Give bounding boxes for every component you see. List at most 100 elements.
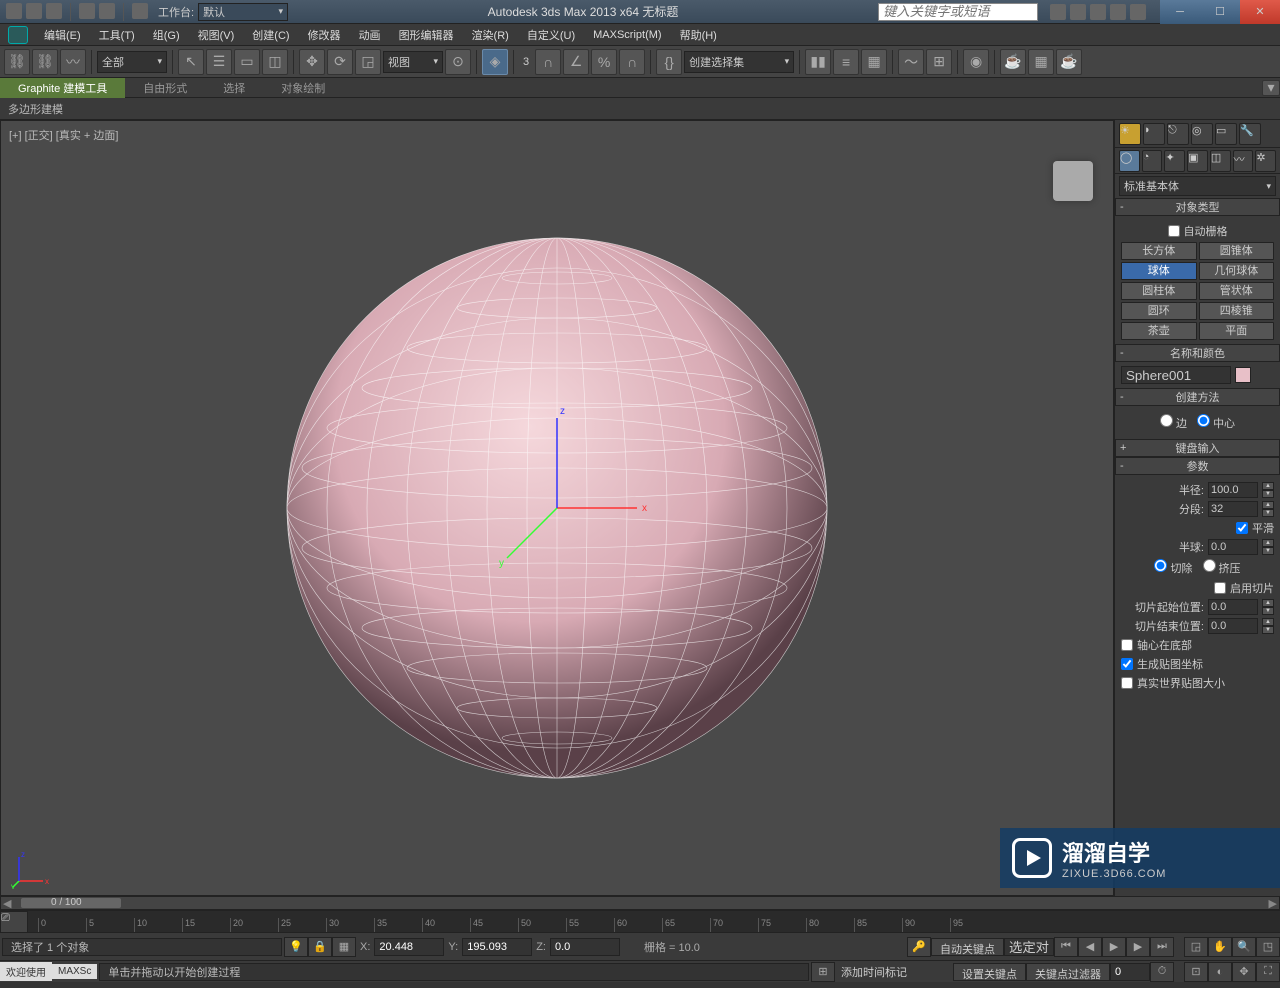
ribbon-tab-freeform[interactable]: 自由形式 bbox=[125, 78, 205, 98]
prim-sphere-button[interactable]: 球体 bbox=[1121, 262, 1197, 280]
cat-spacewarps-icon[interactable]: 〰 bbox=[1233, 150, 1254, 172]
hemisphere-spinner[interactable]: ▲▼ bbox=[1262, 539, 1274, 555]
key-mode-icon[interactable]: 🔑 bbox=[907, 937, 931, 957]
prim-cone-button[interactable]: 圆锥体 bbox=[1199, 242, 1275, 260]
goto-end-button[interactable]: ⏭ bbox=[1150, 937, 1174, 957]
keyfilter-button[interactable]: 关键点过滤器 bbox=[1026, 963, 1110, 981]
selection-filter-dropdown[interactable]: 全部 bbox=[97, 51, 167, 73]
menu-render[interactable]: 渲染(R) bbox=[464, 25, 517, 45]
new-icon[interactable] bbox=[6, 3, 22, 19]
mode-modify-icon[interactable]: ◗ bbox=[1143, 123, 1165, 145]
viewport-nav-1[interactable]: ◲ bbox=[1184, 937, 1208, 957]
base-pivot-checkbox[interactable] bbox=[1121, 639, 1133, 651]
mode-utilities-icon[interactable]: 🔧 bbox=[1239, 123, 1261, 145]
real-world-checkbox[interactable] bbox=[1121, 677, 1133, 689]
workspace-dropdown[interactable]: 默认 bbox=[198, 3, 288, 21]
creation-edge-radio[interactable]: 边 bbox=[1160, 414, 1187, 431]
smooth-checkbox[interactable] bbox=[1236, 522, 1248, 534]
render-frame-button[interactable]: ▦ bbox=[1028, 49, 1054, 75]
object-name-input[interactable] bbox=[1121, 366, 1231, 384]
menu-modifiers[interactable]: 修改器 bbox=[300, 25, 349, 45]
autogrid-checkbox[interactable] bbox=[1168, 225, 1180, 237]
coord-y-input[interactable] bbox=[462, 938, 532, 956]
autokey-button[interactable]: 自动关键点 bbox=[931, 938, 1004, 956]
ref-coord-dropdown[interactable]: 视图 bbox=[383, 51, 443, 73]
sphere-object[interactable]: x y z bbox=[257, 208, 857, 808]
window-minimize-button[interactable]: ─ bbox=[1160, 0, 1200, 24]
snap-button[interactable]: ∩ bbox=[535, 49, 561, 75]
cat-cameras-icon[interactable]: ▣ bbox=[1187, 150, 1208, 172]
undo-icon[interactable] bbox=[79, 3, 95, 19]
cat-lights-icon[interactable]: ✦ bbox=[1164, 150, 1185, 172]
prim-box-button[interactable]: 长方体 bbox=[1121, 242, 1197, 260]
layer-button[interactable]: ▦ bbox=[861, 49, 887, 75]
material-editor-button[interactable]: ◉ bbox=[963, 49, 989, 75]
time-ruler[interactable]: ⎚ 05101520253035404550556065707580859095 bbox=[0, 910, 1280, 932]
save-icon[interactable] bbox=[46, 3, 62, 19]
cat-geometry-icon[interactable]: ◯ bbox=[1119, 150, 1140, 172]
prim-pyramid-button[interactable]: 四棱锥 bbox=[1199, 302, 1275, 320]
viewport-nav-5[interactable]: ⊡ bbox=[1184, 962, 1208, 982]
menu-views[interactable]: 视图(V) bbox=[190, 25, 243, 45]
menu-create[interactable]: 创建(C) bbox=[244, 25, 297, 45]
add-time-tag[interactable]: 添加时间标记 bbox=[835, 964, 913, 980]
maxscript-label[interactable]: MAXSc bbox=[52, 964, 97, 979]
rotate-button[interactable]: ⟳ bbox=[327, 49, 353, 75]
schematic-view-button[interactable]: ⊞ bbox=[926, 49, 952, 75]
menu-group[interactable]: 组(G) bbox=[145, 25, 188, 45]
creation-center-radio[interactable]: 中心 bbox=[1197, 414, 1235, 431]
rect-select-button[interactable]: ▭ bbox=[234, 49, 260, 75]
viewport-nav-7[interactable]: ✥ bbox=[1232, 962, 1256, 982]
menu-maxscript[interactable]: MAXScript(M) bbox=[585, 27, 669, 43]
favorite-icon[interactable] bbox=[1110, 4, 1126, 20]
mode-motion-icon[interactable]: ◎ bbox=[1191, 123, 1213, 145]
rollout-name-color[interactable]: -名称和颜色 bbox=[1115, 344, 1280, 362]
manipulate-button[interactable]: ◈ bbox=[482, 49, 508, 75]
setkey-button[interactable]: 设置关键点 bbox=[953, 963, 1026, 981]
named-selset-dropdown[interactable]: 创建选择集 bbox=[684, 51, 794, 73]
cat-shapes-icon[interactable]: ◔ bbox=[1142, 150, 1163, 172]
menu-help[interactable]: 帮助(H) bbox=[672, 25, 725, 45]
open-icon[interactable] bbox=[26, 3, 42, 19]
window-crossing-button[interactable]: ◫ bbox=[262, 49, 288, 75]
selected-dropdown[interactable] bbox=[1004, 938, 1054, 956]
viewport[interactable]: [+] [正交] [真实 + 边面] bbox=[0, 120, 1114, 896]
menu-custom[interactable]: 自定义(U) bbox=[519, 25, 583, 45]
info-icon[interactable] bbox=[1130, 4, 1146, 20]
curve-editor-button[interactable]: 〜 bbox=[898, 49, 924, 75]
pivot-button[interactable]: ⊙ bbox=[445, 49, 471, 75]
window-close-button[interactable]: ✕ bbox=[1240, 0, 1280, 24]
viewcube[interactable] bbox=[1043, 151, 1103, 211]
mode-create-icon[interactable]: ☀ bbox=[1119, 123, 1141, 145]
prim-plane-button[interactable]: 平面 bbox=[1199, 322, 1275, 340]
lock-selection-icon[interactable]: 💡 bbox=[284, 937, 308, 957]
prim-teapot-button[interactable]: 茶壶 bbox=[1121, 322, 1197, 340]
app-menu-icon[interactable] bbox=[8, 26, 28, 44]
window-maximize-button[interactable]: ☐ bbox=[1200, 0, 1240, 24]
viewport-nav-4[interactable]: ◳ bbox=[1256, 937, 1280, 957]
segments-spinner[interactable]: ▲▼ bbox=[1262, 501, 1274, 517]
play-button[interactable]: ▶ bbox=[1102, 937, 1126, 957]
ribbon-tab-objpaint[interactable]: 对象绘制 bbox=[263, 78, 343, 98]
object-color-swatch[interactable] bbox=[1235, 367, 1251, 383]
ribbon-minimize-button[interactable]: ▾ bbox=[1262, 80, 1280, 96]
prim-geosphere-button[interactable]: 几何球体 bbox=[1199, 262, 1275, 280]
angle-snap-button[interactable]: ∠ bbox=[563, 49, 589, 75]
prim-torus-button[interactable]: 圆环 bbox=[1121, 302, 1197, 320]
search-help-icon[interactable] bbox=[1070, 4, 1086, 20]
mirror-button[interactable]: ▮▮ bbox=[805, 49, 831, 75]
hemisphere-input[interactable] bbox=[1208, 539, 1258, 555]
slice-from-spinner[interactable]: ▲▼ bbox=[1262, 599, 1274, 615]
menu-graph[interactable]: 图形编辑器 bbox=[391, 25, 462, 45]
segments-input[interactable] bbox=[1208, 501, 1258, 517]
viewport-nav-8[interactable]: ⛶ bbox=[1256, 962, 1280, 982]
next-frame-button[interactable]: ▶ bbox=[1126, 937, 1150, 957]
select-button[interactable]: ↖ bbox=[178, 49, 204, 75]
rollout-keyboard-entry[interactable]: +键盘输入 bbox=[1115, 439, 1280, 457]
chop-radio[interactable]: 切除 bbox=[1154, 559, 1192, 576]
render-button[interactable]: ☕ bbox=[1056, 49, 1082, 75]
link-button[interactable]: ⛓ bbox=[4, 49, 30, 75]
menu-edit[interactable]: 编辑(E) bbox=[36, 25, 89, 45]
viewport-nav-3[interactable]: 🔍 bbox=[1232, 937, 1256, 957]
scale-button[interactable]: ◲ bbox=[355, 49, 381, 75]
